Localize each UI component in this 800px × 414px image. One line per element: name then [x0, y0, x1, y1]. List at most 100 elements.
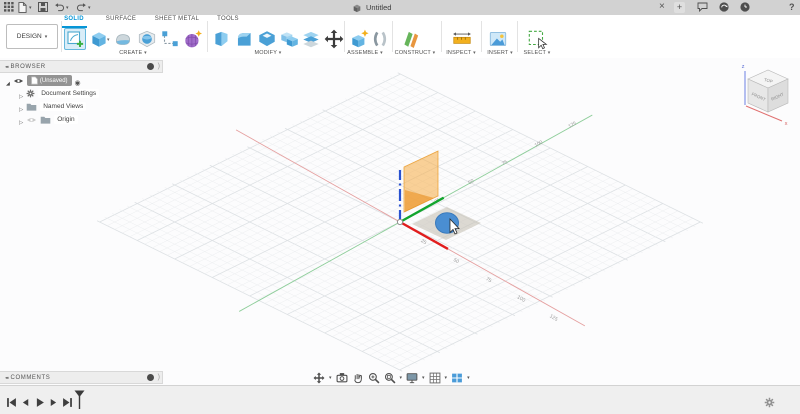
- tab-tools[interactable]: TOOLS: [217, 16, 239, 26]
- select-button[interactable]: [526, 28, 548, 50]
- expand-arrow-icon[interactable]: [6, 72, 10, 90]
- construct-plane-button[interactable]: [400, 28, 422, 50]
- orbit-icon[interactable]: [313, 372, 325, 384]
- create-box-caret[interactable]: [107, 37, 110, 43]
- new-component-icon: [349, 28, 371, 50]
- undo-menu-caret[interactable]: [66, 5, 69, 11]
- browser-row-origin[interactable]: Origin: [19, 114, 78, 125]
- pan-hand-icon[interactable]: [352, 372, 364, 384]
- undo-icon[interactable]: [54, 2, 65, 13]
- help-icon[interactable]: ?: [789, 2, 795, 12]
- tab-solid[interactable]: SOLID: [64, 16, 84, 26]
- orbit-menu-caret[interactable]: [329, 375, 332, 381]
- group-label-inspect[interactable]: INSPECT: [446, 50, 476, 56]
- viewport-scene[interactable]: 252550507575100100125125TOPFRONTRIGHTZX: [0, 58, 800, 385]
- fit-menu-caret[interactable]: [400, 375, 403, 381]
- activate-component-icon[interactable]: [75, 72, 81, 90]
- split-body-button[interactable]: [300, 28, 322, 50]
- panel-collapse-icon[interactable]: [158, 374, 160, 381]
- timeline-settings-gear-icon[interactable]: [764, 395, 775, 406]
- browser-root-row[interactable]: (Unsaved): [6, 75, 81, 86]
- zoom-icon[interactable]: [368, 372, 380, 384]
- browser-item-label: Named Views: [40, 102, 86, 111]
- insert-image-button[interactable]: [487, 28, 509, 50]
- document-tab[interactable]: Untitled: [352, 0, 391, 15]
- press-pull-button[interactable]: [211, 28, 233, 50]
- panel-gear-icon[interactable]: [147, 63, 154, 70]
- viewports-icon[interactable]: [451, 372, 463, 384]
- fillet-button[interactable]: [233, 28, 255, 50]
- collapse-arrows-icon[interactable]: [5, 64, 8, 70]
- create-pipe-button[interactable]: [159, 28, 181, 50]
- new-tab-icon[interactable]: [674, 2, 685, 13]
- redo-icon[interactable]: [76, 2, 87, 13]
- browser-panel-header[interactable]: BROWSER: [0, 60, 163, 73]
- timeline-bar: [0, 385, 800, 414]
- group-label-construct[interactable]: CONSTRUCT: [395, 50, 436, 56]
- group-label-select[interactable]: SELECT: [524, 50, 551, 56]
- go-to-end-button[interactable]: [62, 395, 73, 406]
- origin-point[interactable]: [397, 219, 402, 224]
- group-label-create[interactable]: CREATE: [119, 50, 147, 56]
- create-form-sphere-button[interactable]: [182, 28, 204, 50]
- app-grid-icon[interactable]: [4, 2, 15, 13]
- svg-text:125: 125: [567, 120, 577, 129]
- form-sphere-icon: [182, 28, 204, 50]
- panel-collapse-icon[interactable]: [158, 63, 160, 70]
- chevron-down-icon: [510, 50, 513, 56]
- select-icon: [526, 28, 548, 50]
- comments-bubble-icon[interactable]: [697, 2, 708, 13]
- visibility-eye-icon[interactable]: [26, 116, 37, 124]
- save-icon[interactable]: [38, 2, 49, 13]
- tab-sheet-metal[interactable]: SHEET METAL: [155, 16, 199, 26]
- tab-surface[interactable]: SURFACE: [106, 16, 136, 26]
- comments-panel-title: COMMENTS: [11, 375, 147, 381]
- workspace-selector[interactable]: DESIGN: [6, 24, 58, 49]
- divider: [344, 21, 345, 52]
- recent-activity-clock-icon[interactable]: [740, 2, 751, 13]
- viewports-menu-caret[interactable]: [467, 375, 470, 381]
- group-label-insert[interactable]: INSERT: [487, 50, 513, 56]
- close-tab-icon[interactable]: [659, 1, 665, 12]
- document-root-item[interactable]: (Unsaved): [27, 75, 72, 86]
- sync-status-icon[interactable]: [719, 2, 730, 13]
- display-settings-icon[interactable]: [406, 372, 418, 384]
- file-menu-caret[interactable]: [29, 5, 32, 11]
- fit-icon[interactable]: [384, 372, 396, 384]
- move-copy-button[interactable]: [323, 28, 345, 50]
- file-icon[interactable]: [18, 2, 29, 13]
- grid-and-snaps-menu-caret[interactable]: [445, 375, 448, 381]
- browser-row-named-views[interactable]: Named Views: [19, 101, 86, 112]
- shell-button[interactable]: [256, 28, 278, 50]
- display-settings-menu-caret[interactable]: [422, 375, 425, 381]
- browser-row-document-settings[interactable]: Document Settings: [19, 88, 99, 99]
- expand-arrow-icon[interactable]: [19, 111, 23, 129]
- play-button[interactable]: [34, 395, 45, 406]
- create-sketch-icon: [65, 29, 85, 49]
- measure-button[interactable]: [451, 28, 473, 50]
- document-icon: [31, 76, 38, 85]
- view-cube[interactable]: TOPFRONTRIGHTZX: [742, 64, 788, 126]
- go-to-start-button[interactable]: [6, 395, 17, 406]
- browser-item-label: Document Settings: [38, 89, 99, 98]
- timeline-marker[interactable]: [74, 390, 85, 401]
- comments-panel-header[interactable]: COMMENTS: [0, 371, 163, 384]
- look-at-icon[interactable]: [336, 372, 348, 384]
- combine-button[interactable]: [278, 28, 300, 50]
- collapse-arrows-icon[interactable]: [5, 375, 8, 381]
- panel-gear-icon[interactable]: [147, 374, 154, 381]
- group-label-modify[interactable]: MODIFY: [255, 50, 282, 56]
- visibility-eye-icon[interactable]: [13, 77, 24, 85]
- redo-menu-caret[interactable]: [88, 5, 91, 11]
- create-sketch-button[interactable]: [64, 28, 86, 50]
- joint-button[interactable]: [369, 28, 391, 50]
- create-revolve-button[interactable]: [136, 28, 158, 50]
- image-icon: [487, 28, 509, 50]
- group-label-assemble[interactable]: ASSEMBLE: [347, 50, 383, 56]
- step-forward-button[interactable]: [48, 395, 59, 406]
- svg-text:100: 100: [516, 294, 526, 303]
- new-component-button[interactable]: [349, 28, 371, 50]
- step-back-button[interactable]: [20, 395, 31, 406]
- grid-and-snaps-icon[interactable]: [429, 372, 441, 384]
- create-form-button[interactable]: [112, 28, 134, 50]
